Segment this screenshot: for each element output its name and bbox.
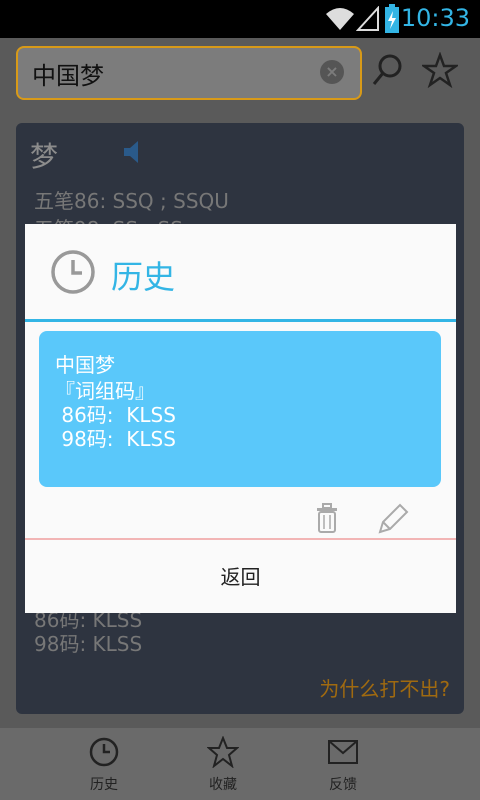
tab-feedback[interactable]: 反馈	[293, 728, 393, 800]
back-button[interactable]: 返回	[25, 542, 456, 613]
clock-icon	[89, 737, 119, 767]
tab-favorites-label: 收藏	[209, 777, 237, 793]
history-entry[interactable]: 中国梦 『词组码』 86码: KLSS 98码: KLSS	[39, 331, 441, 487]
wifi-icon	[326, 8, 354, 30]
mail-icon	[328, 740, 358, 764]
tab-history[interactable]: 历史	[54, 728, 154, 800]
search-query: 中国梦	[32, 62, 104, 90]
bottom-tab-bar: 历史 收藏 反馈	[0, 728, 480, 800]
history-dialog: 历史 中国梦 『词组码』 86码: KLSS 98码: KLSS 返回	[25, 224, 456, 613]
search-row: 中国梦 ×	[0, 38, 480, 110]
tab-feedback-label: 反馈	[329, 777, 357, 793]
dialog-title-divider	[25, 319, 456, 322]
dialog-header: 历史	[25, 224, 456, 320]
trash-icon[interactable]	[314, 502, 340, 534]
speaker-icon[interactable]	[120, 137, 150, 167]
tab-favorites[interactable]: 收藏	[173, 728, 273, 800]
entry-line: 98码: KLSS	[55, 427, 176, 451]
why-cannot-type-link[interactable]: 为什么打不出?	[319, 673, 450, 702]
pencil-icon[interactable]	[376, 502, 410, 536]
battery-icon	[385, 4, 399, 33]
star-icon[interactable]	[422, 52, 458, 88]
clock-icon	[51, 250, 95, 294]
search-icon[interactable]	[370, 52, 406, 88]
search-input[interactable]: 中国梦 ×	[16, 46, 362, 100]
cell-signal-icon	[356, 6, 379, 31]
dialog-button-divider	[25, 538, 456, 540]
entry-line: 中国梦	[55, 353, 115, 377]
status-bar: 10:33	[0, 0, 480, 38]
clock: 10:33	[400, 4, 470, 32]
character: 梦	[30, 140, 59, 173]
wubi86-line: 五笔86: SSQ ; SSQU	[34, 189, 229, 213]
clear-search-button[interactable]: ×	[320, 60, 344, 84]
tab-history-label: 历史	[90, 777, 118, 793]
dialog-title: 历史	[111, 258, 176, 296]
code98-line: 98码: KLSS	[34, 632, 143, 656]
star-outline-icon	[207, 736, 239, 768]
